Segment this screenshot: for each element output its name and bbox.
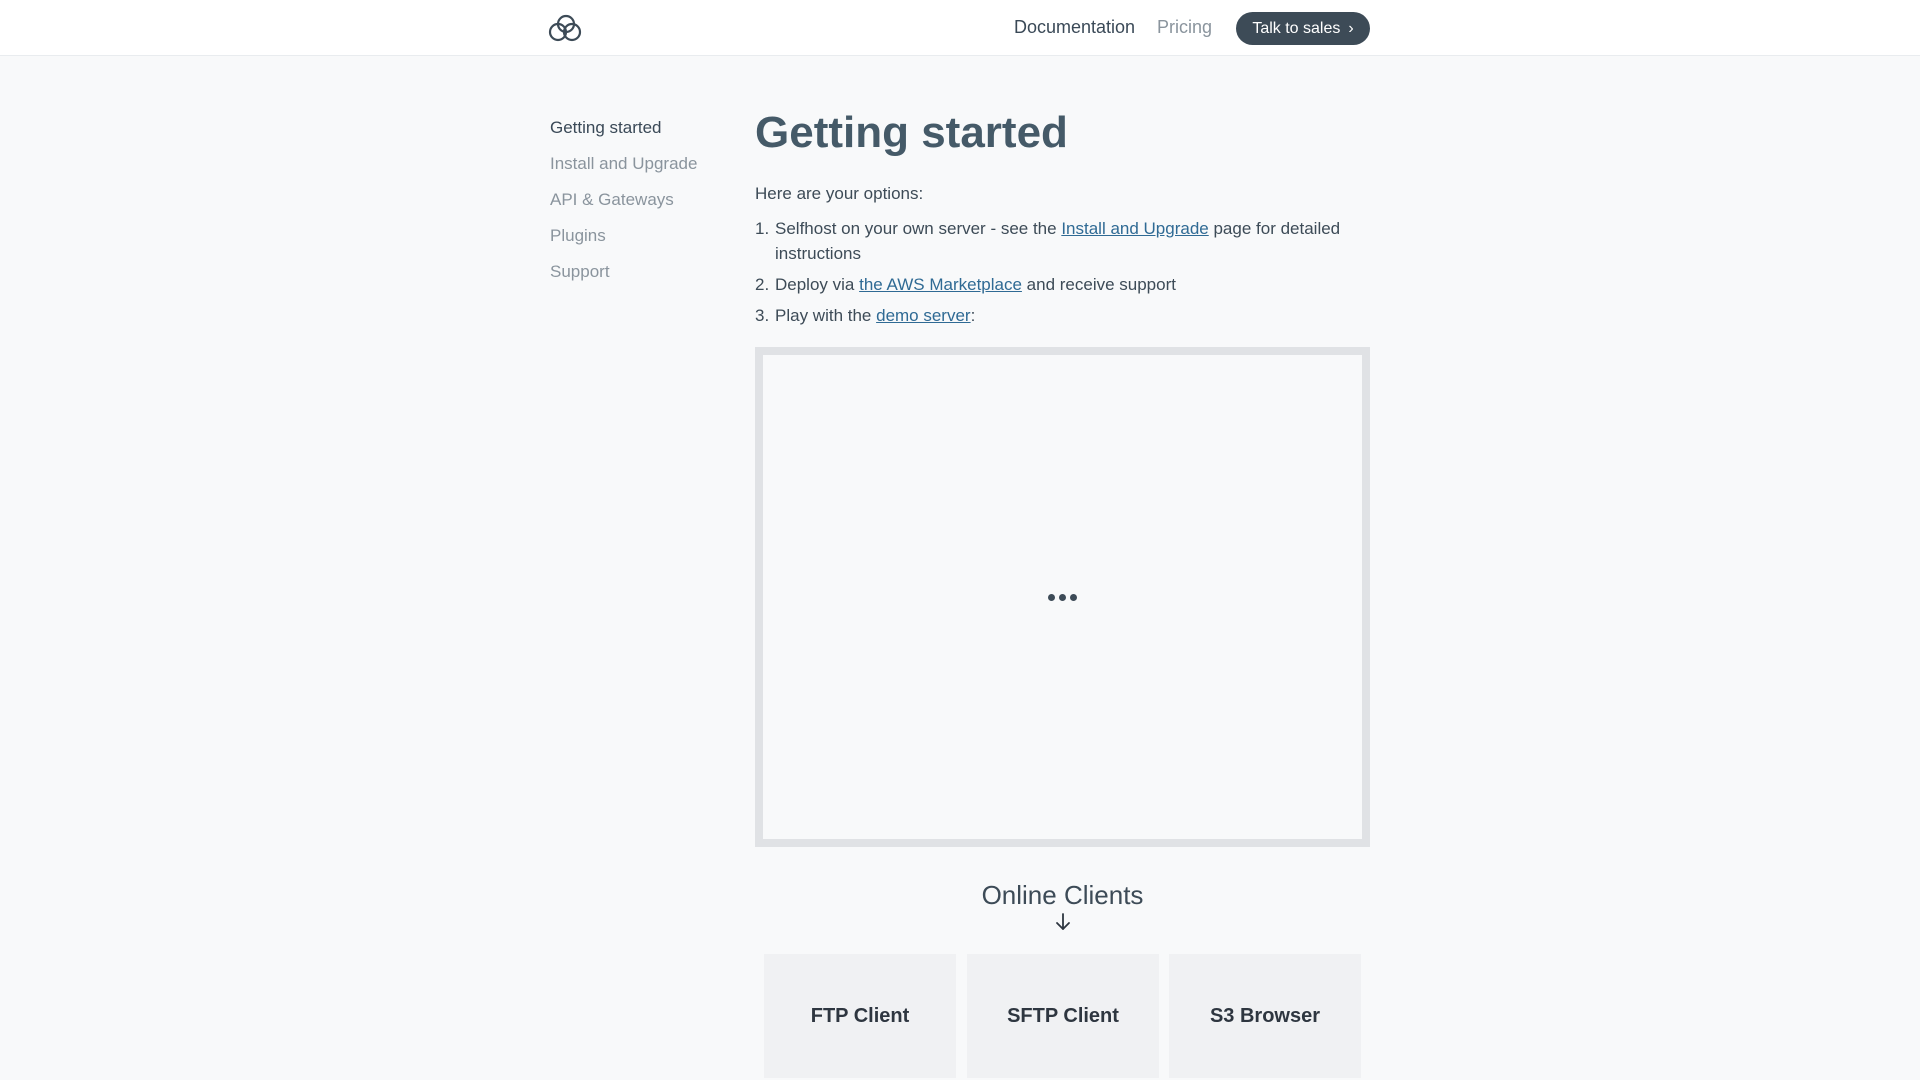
list-number: 1. [755, 219, 770, 238]
nav-pricing-link[interactable]: Pricing [1157, 17, 1212, 38]
list-number: 3. [755, 306, 770, 325]
arrow-down-icon [1053, 912, 1073, 932]
list-text: Deploy via the AWS Marketplace and recei… [775, 275, 1176, 294]
nav-documentation-link[interactable]: Documentation [1014, 17, 1135, 38]
list-item: 2. Deploy via the AWS Marketplace and re… [755, 272, 1370, 297]
demo-embed-frame[interactable] [755, 347, 1370, 847]
chevron-right-icon: › [1348, 19, 1354, 37]
sidebar-item-install-and-upgrade[interactable]: Install and Upgrade [550, 152, 730, 188]
sidebar-item-support[interactable]: Support [550, 260, 730, 296]
list-number: 2. [755, 275, 770, 294]
sidebar-item-plugins[interactable]: Plugins [550, 224, 730, 260]
intro-text: Here are your options: [755, 184, 924, 203]
talk-to-sales-button[interactable]: Talk to sales › [1236, 12, 1370, 45]
list-item: 1. Selfhost on your own server - see the… [755, 216, 1370, 266]
list-text: Selfhost on your own server - see the In… [775, 219, 1341, 263]
aws-marketplace-link[interactable]: the AWS Marketplace [859, 275, 1022, 294]
demo-embed-content [763, 355, 1362, 839]
s3-browser-card[interactable]: S3 Browser [1169, 954, 1361, 1078]
page-title: Getting started [755, 108, 1068, 157]
top-navbar: Documentation Pricing Talk to sales › [0, 0, 1920, 56]
card-label: S3 Browser [1209, 1004, 1321, 1027]
talk-to-sales-label: Talk to sales [1252, 19, 1341, 37]
sidebar-item-getting-started[interactable]: Getting started [550, 116, 730, 152]
sidebar-item-api-gateways[interactable]: API & Gateways [550, 188, 730, 224]
docs-sidebar: Getting started Install and Upgrade API … [550, 116, 730, 296]
cloud-logo-icon[interactable] [546, 12, 584, 44]
card-label: FTP Client [810, 1004, 910, 1027]
ellipsis-loading-icon [1048, 593, 1077, 601]
options-list: 1. Selfhost on your own server - see the… [755, 216, 1370, 328]
demo-server-link[interactable]: demo server [876, 306, 970, 325]
sftp-client-card[interactable]: SFTP Client [967, 954, 1159, 1078]
install-and-upgrade-link[interactable]: Install and Upgrade [1061, 219, 1208, 238]
online-clients-heading: Online Clients [981, 880, 1144, 910]
ftp-client-card[interactable]: FTP Client [764, 954, 956, 1078]
list-text: Play with the demo server: [775, 306, 976, 325]
card-label: SFTP Client [1007, 1004, 1119, 1027]
list-item: 3. Play with the demo server: [755, 303, 1370, 328]
main-content: Getting started Here are your options: 1… [755, 108, 1370, 328]
